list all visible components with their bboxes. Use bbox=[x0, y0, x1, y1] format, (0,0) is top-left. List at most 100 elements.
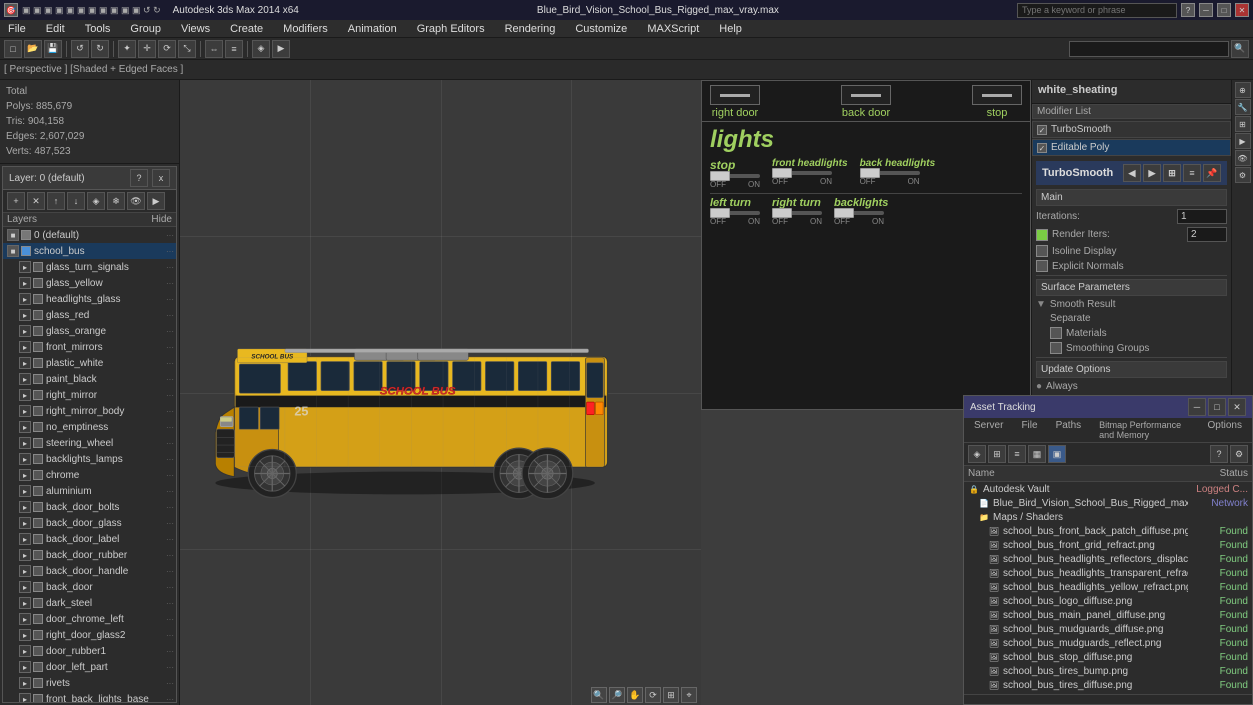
asset-list-item[interactable]: 🖼school_bus_tires_diffuse.pngFound bbox=[964, 678, 1252, 692]
orbit-icon[interactable]: ⟳ bbox=[645, 687, 661, 703]
layer-item[interactable]: ■school_bus··· bbox=[3, 243, 176, 259]
menu-edit[interactable]: Edit bbox=[42, 23, 69, 35]
layer-move-down-btn[interactable]: ↓ bbox=[67, 192, 85, 210]
asset-menu-file[interactable]: File bbox=[1017, 420, 1041, 440]
menu-create[interactable]: Create bbox=[226, 23, 267, 35]
asset-list-item[interactable]: 🖼school_bus_stop_diffuse.pngFound bbox=[964, 650, 1252, 664]
menu-rendering[interactable]: Rendering bbox=[501, 23, 560, 35]
ts-prev-btn[interactable]: ◀ bbox=[1123, 164, 1141, 182]
asset-list-item[interactable]: 🖼school_bus_main_panel_diffuse.pngFound bbox=[964, 608, 1252, 622]
isoline-check[interactable] bbox=[1036, 245, 1048, 257]
update-options-header[interactable]: Update Options bbox=[1036, 361, 1227, 378]
layer-item[interactable]: ▸backlights_lamps··· bbox=[3, 451, 176, 467]
layer-item[interactable]: ▸dark_steel··· bbox=[3, 595, 176, 611]
create-icon-btn[interactable]: ⊕ bbox=[1235, 82, 1251, 98]
asset-scrollbar-x[interactable] bbox=[964, 694, 1252, 704]
motion-icon-btn[interactable]: ▶ bbox=[1235, 133, 1251, 149]
layer-close-btn[interactable]: x bbox=[152, 169, 170, 187]
layer-item[interactable]: ▸rivets··· bbox=[3, 675, 176, 691]
asset-tb-btn3[interactable]: ≡ bbox=[1008, 445, 1026, 463]
layer-item[interactable]: ▸door_left_part··· bbox=[3, 659, 176, 675]
layer-item[interactable]: ▸right_mirror_body··· bbox=[3, 403, 176, 419]
layer-item[interactable]: ▸door_chrome_left··· bbox=[3, 611, 176, 627]
layer-move-up-btn[interactable]: ↑ bbox=[47, 192, 65, 210]
asset-list[interactable]: 🔒Autodesk VaultLogged C...📄Blue_Bird_Vis… bbox=[964, 482, 1252, 694]
modifier-item[interactable]: ✓Editable Poly bbox=[1032, 139, 1231, 156]
material-btn[interactable]: ◈ bbox=[252, 40, 270, 58]
asset-list-item[interactable]: 🖼school_bus_mudguards_diffuse.pngFound bbox=[964, 622, 1252, 636]
surface-params-header[interactable]: Surface Parameters bbox=[1036, 279, 1227, 296]
asset-minimize-btn[interactable]: ─ bbox=[1188, 398, 1206, 416]
layer-select-btn[interactable]: ◈ bbox=[87, 192, 105, 210]
modify-icon-btn[interactable]: 🔧 bbox=[1235, 99, 1251, 115]
layer-item[interactable]: ▸glass_yellow··· bbox=[3, 275, 176, 291]
help-btn[interactable]: ? bbox=[1181, 3, 1195, 17]
asset-list-item[interactable]: 🖼school_bus_logo_diffuse.pngFound bbox=[964, 594, 1252, 608]
asset-list-item[interactable]: 🖼school_bus_front_grid_refract.pngFound bbox=[964, 538, 1252, 552]
field-of-view-icon[interactable]: ⌖ bbox=[681, 687, 697, 703]
mirror-btn[interactable]: ⇔ bbox=[205, 40, 223, 58]
asset-close-btn[interactable]: ✕ bbox=[1228, 398, 1246, 416]
asset-menu-paths[interactable]: Paths bbox=[1052, 420, 1086, 440]
ts-pin-btn[interactable]: 📌 bbox=[1203, 164, 1221, 182]
menu-help[interactable]: Help bbox=[715, 23, 746, 35]
layer-item[interactable]: ▸glass_red··· bbox=[3, 307, 176, 323]
asset-tb-btn1[interactable]: ◈ bbox=[968, 445, 986, 463]
layer-item[interactable]: ▸steering_wheel··· bbox=[3, 435, 176, 451]
toolbar-search-input[interactable] bbox=[1069, 41, 1229, 57]
new-btn[interactable]: □ bbox=[4, 40, 22, 58]
layer-item[interactable]: ▸back_door··· bbox=[3, 579, 176, 595]
asset-list-item[interactable]: 🖼school_bus_front_back_patch_diffuse.png… bbox=[964, 524, 1252, 538]
render-iters-check[interactable] bbox=[1036, 229, 1048, 241]
open-btn[interactable]: 📂 bbox=[24, 40, 42, 58]
layer-item[interactable]: ▸back_door_bolts··· bbox=[3, 499, 176, 515]
scale-btn[interactable]: ⤡ bbox=[178, 40, 196, 58]
display-icon-btn[interactable]: 👁 bbox=[1235, 150, 1251, 166]
asset-list-item[interactable]: 🖼school_bus_headlights_transparent_refra… bbox=[964, 566, 1252, 580]
layer-list[interactable]: ■0 (default)···■school_bus···▸glass_turn… bbox=[3, 227, 176, 702]
explicit-normals-check[interactable] bbox=[1036, 260, 1048, 272]
asset-tb-btn4[interactable]: ▦ bbox=[1028, 445, 1046, 463]
render-btn[interactable]: ▶ bbox=[272, 40, 290, 58]
layer-item[interactable]: ▸back_door_label··· bbox=[3, 531, 176, 547]
title-search-input[interactable] bbox=[1017, 3, 1177, 18]
hierarchy-icon-btn[interactable]: ⊞ bbox=[1235, 116, 1251, 132]
layer-item[interactable]: ▸front_back_lights_base··· bbox=[3, 691, 176, 702]
layer-item[interactable]: ▸back_door_glass··· bbox=[3, 515, 176, 531]
layer-item[interactable]: ▸back_door_rubber··· bbox=[3, 547, 176, 563]
layer-item[interactable]: ▸door_rubber1··· bbox=[3, 643, 176, 659]
layer-hide-btn[interactable]: 👁 bbox=[127, 192, 145, 210]
materials-check[interactable] bbox=[1050, 327, 1062, 339]
layer-freeze-btn[interactable]: ❄ bbox=[107, 192, 125, 210]
zoom-out-icon[interactable]: 🔎 bbox=[609, 687, 625, 703]
redo-btn[interactable]: ↻ bbox=[91, 40, 109, 58]
menu-graph-editors[interactable]: Graph Editors bbox=[413, 23, 489, 35]
restore-btn[interactable]: □ bbox=[1217, 3, 1231, 17]
bus-3d-viewport[interactable]: SCHOOL BUS 25 SCHOOL BUS bbox=[180, 80, 701, 705]
asset-list-item[interactable]: 🖼school_bus_headlights_reflectors_displa… bbox=[964, 552, 1252, 566]
app-icon[interactable]: 🎯 bbox=[4, 3, 18, 17]
menu-customize[interactable]: Customize bbox=[571, 23, 631, 35]
bus-scene[interactable]: SCHOOL BUS 25 SCHOOL BUS bbox=[180, 80, 701, 705]
layer-help-btn[interactable]: ? bbox=[130, 169, 148, 187]
search-go-btn[interactable]: 🔍 bbox=[1231, 40, 1249, 58]
smoothing-groups-check[interactable] bbox=[1050, 342, 1062, 354]
layer-item[interactable]: ▸glass_turn_signals··· bbox=[3, 259, 176, 275]
asset-tb-help[interactable]: ? bbox=[1210, 445, 1228, 463]
rotate-btn[interactable]: ⟳ bbox=[158, 40, 176, 58]
asset-list-item[interactable]: 🖼school_bus_tires_bump.pngFound bbox=[964, 664, 1252, 678]
asset-list-item[interactable]: 🖼school_bus_mudguards_reflect.pngFound bbox=[964, 636, 1252, 650]
ts-list-btn[interactable]: ≡ bbox=[1183, 164, 1201, 182]
asset-list-item[interactable]: 📄Blue_Bird_Vision_School_Bus_Rigged_max_… bbox=[964, 496, 1252, 510]
layer-item[interactable]: ▸no_emptiness··· bbox=[3, 419, 176, 435]
modifier-item[interactable]: ✓TurboSmooth bbox=[1032, 121, 1231, 138]
asset-list-item[interactable]: 📁Maps / Shaders bbox=[964, 510, 1252, 524]
select-btn[interactable]: ✦ bbox=[118, 40, 136, 58]
asset-tb-settings[interactable]: ⚙ bbox=[1230, 445, 1248, 463]
modifier-visibility-check[interactable]: ✓ bbox=[1037, 125, 1047, 135]
asset-menu-server[interactable]: Server bbox=[970, 420, 1007, 440]
viewport-main[interactable]: SCHOOL BUS 25 SCHOOL BUS bbox=[180, 80, 1031, 705]
layer-item[interactable]: ▸headlights_glass··· bbox=[3, 291, 176, 307]
menu-tools[interactable]: Tools bbox=[81, 23, 115, 35]
menu-views[interactable]: Views bbox=[177, 23, 214, 35]
